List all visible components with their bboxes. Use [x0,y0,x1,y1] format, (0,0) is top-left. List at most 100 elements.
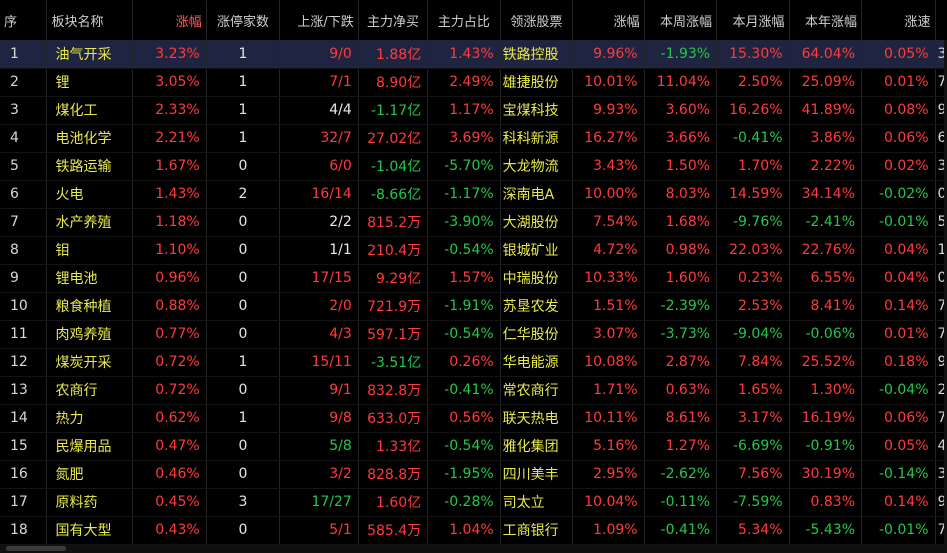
cell-month-change: 22.03% [716,236,790,265]
cell-limit-up-count: 0 [206,376,281,405]
cell-main-ratio: -0.54% [427,320,501,349]
table-row[interactable]: 2 锂 3.05% 1 7/1 8.90亿 2.49% 雄捷股份 10.01% 11.04% 2.5… [0,68,947,97]
cell-main-ratio: 2.49% [427,68,501,97]
cell-lead-stock: 大湖股份 [500,208,574,237]
sector-table: 序 板块名称 涨幅 涨停家数 上涨/下跌 主力净买 主力占比 领涨股票 涨幅 本… [0,0,947,545]
table-row[interactable]: 8 钼 1.10% 0 1/1 210.4万 -0.54% 银城矿业 4.72% 0.98% 22.… [0,236,947,265]
cell-up-down: 5/8 [279,432,359,461]
cell-change: 0.46% [132,460,207,489]
table-row[interactable]: 9 锂电池 0.96% 0 17/15 9.29亿 1.57% 中瑞股份 10.33% 1.60%… [0,264,947,293]
horizontal-scrollbar[interactable] [0,545,947,553]
cell-idx: 9 [0,264,48,293]
cell-sector-name: 油气开采 [46,40,134,69]
cell-year-change: 6.55% [789,264,863,293]
table-row[interactable]: 12 煤炭开采 0.72% 1 15/11 -3.51亿 0.26% 华电能源 10.08% 2.… [0,348,947,377]
cell-main-ratio: -0.28% [427,488,501,517]
table-row[interactable]: 5 铁路运输 1.67% 0 6/0 -1.04亿 -5.70% 大龙物流 3.43% 1.50%… [0,152,947,181]
table-row[interactable]: 11 肉鸡养殖 0.77% 0 4/3 597.1万 -0.54% 仁华股份 3.07% -3.7… [0,320,947,349]
col-header-year-change[interactable]: 本年涨幅 [789,0,863,40]
cell-idx: 14 [0,404,48,433]
col-header-main-net-buy[interactable]: 主力净买 [358,0,429,40]
cell-week-change: 8.61% [644,404,718,433]
cell-week-change: 1.68% [644,208,718,237]
cell-up-down: 1/1 [279,236,359,265]
cell-month-change: -6.69% [716,432,790,461]
cell-limit-up-count: 1 [206,40,281,69]
table-row[interactable]: 3 煤化工 2.33% 1 4/4 -1.17亿 1.17% 宝煤科技 9.93% 3.60% 16… [0,96,947,125]
table-row[interactable]: 15 民爆用品 0.47% 0 5/8 1.33亿 -0.54% 雅化集团 5.16% 1.27%… [0,432,947,461]
cell-sector-name: 民爆用品 [46,432,134,461]
cell-lead-stock: 科科新源 [500,124,574,153]
cell-main-ratio: -3.90% [427,208,501,237]
col-header-month-change[interactable]: 本月涨幅 [716,0,790,40]
cell-main-net-buy: 815.2万 [358,208,429,237]
col-header-overflow [935,0,947,40]
table-row[interactable]: 6 火电 1.43% 2 16/14 -8.66亿 -1.17% 深南电A 10.00% 8.03… [0,180,947,209]
col-header-limit-up-count[interactable]: 涨停家数 [206,0,281,40]
cell-sector-name: 农商行 [46,376,134,405]
table-row[interactable]: 14 热力 0.62% 1 9/8 633.0万 0.56% 联天热电 10.11% 8.61% 3… [0,404,947,433]
table-row[interactable]: 18 国有大型 0.43% 0 5/1 585.4万 1.04% 工商银行 1.09% -0.41… [0,516,947,545]
cell-main-net-buy: 597.1万 [358,320,429,349]
cell-lead-stock: 银城矿业 [500,236,574,265]
col-header-up-down[interactable]: 上涨/下跌 [279,0,359,40]
col-header-lead-stock[interactable]: 领涨股票 [500,0,574,40]
col-header-name[interactable]: 板块名称 [46,0,134,40]
cell-main-ratio: 0.26% [427,348,501,377]
cell-sector-name: 国有大型 [46,516,134,545]
table-row[interactable]: 7 水产养殖 1.18% 0 2/2 815.2万 -3.90% 大湖股份 7.54% 1.68%… [0,208,947,237]
cell-up-down: 17/15 [279,264,359,293]
cell-idx: 15 [0,432,48,461]
cell-main-ratio: 1.04% [427,516,501,545]
cell-idx: 8 [0,236,48,265]
cell-month-change: 1.65% [716,376,790,405]
cell-limit-up-count: 0 [206,432,281,461]
cell-main-ratio: -1.17% [427,180,501,209]
cell-change: 0.77% [132,320,207,349]
cell-month-change: 7.56% [716,460,790,489]
cell-main-net-buy: 832.8万 [358,376,429,405]
cell-main-ratio: -0.41% [427,376,501,405]
cell-month-change: 16.26% [716,96,790,125]
cell-week-change: 11.04% [644,68,718,97]
cell-sector-name: 锂电池 [46,264,134,293]
cell-change: 2.21% [132,124,207,153]
cell-main-net-buy: 828.8万 [358,460,429,489]
table-row[interactable]: 13 农商行 0.72% 0 9/1 832.8万 -0.41% 常农商行 1.71% 0.63%… [0,376,947,405]
cell-week-change: -2.39% [644,292,718,321]
table-row[interactable]: 16 氮肥 0.46% 0 3/2 828.8万 -1.95% 四川美丰 2.95% -2.62%… [0,460,947,489]
cell-year-change: 64.04% [789,40,863,69]
cell-month-change: 3.17% [716,404,790,433]
cell-year-change: 8.41% [789,292,863,321]
cell-main-ratio: -0.54% [427,236,501,265]
cell-main-net-buy: 210.4万 [358,236,429,265]
scrollbar-thumb[interactable] [6,546,66,551]
cell-sector-name: 氮肥 [46,460,134,489]
cell-main-net-buy: -1.17亿 [358,96,429,125]
cell-speed: 0.05% [861,40,936,69]
cell-lead-change: 10.04% [572,488,645,517]
cell-up-down: 16/14 [279,180,359,209]
col-header-change[interactable]: 涨幅 [132,0,207,40]
table-row[interactable]: 10 粮食种植 0.88% 0 2/0 721.9万 -1.91% 苏垦农发 1.51% -2.3… [0,292,947,321]
cell-change: 1.10% [132,236,207,265]
cell-main-net-buy: 8.90亿 [358,68,429,97]
cell-main-ratio: 0.56% [427,404,501,433]
cell-year-change: -0.91% [789,432,863,461]
table-row[interactable]: 17 原料药 0.45% 3 17/27 1.60亿 -0.28% 司太立 10.04% -0.1… [0,488,947,517]
cell-month-change: -9.04% [716,320,790,349]
col-header-idx[interactable]: 序 [0,0,48,40]
table-row[interactable]: 4 电池化学 2.21% 1 32/7 27.02亿 3.69% 科科新源 16.27% 3.66… [0,124,947,153]
col-header-lead-change[interactable]: 涨幅 [572,0,645,40]
cell-month-change: -0.41% [716,124,790,153]
col-header-week-change[interactable]: 本周涨幅 [644,0,718,40]
cell-sector-name: 锂 [46,68,134,97]
table-row[interactable]: 1 油气开采 3.23% 1 9/0 1.88亿 1.43% 铁路控股 9.96% -1.93% 1… [0,40,947,69]
cell-lead-change: 10.11% [572,404,645,433]
cell-main-net-buy: -1.04亿 [358,152,429,181]
cell-year-change: 30.19% [789,460,863,489]
cell-main-ratio: -1.95% [427,460,501,489]
col-header-speed[interactable]: 涨速 [861,0,936,40]
col-header-main-ratio[interactable]: 主力占比 [427,0,501,40]
cell-up-down: 2/2 [279,208,359,237]
